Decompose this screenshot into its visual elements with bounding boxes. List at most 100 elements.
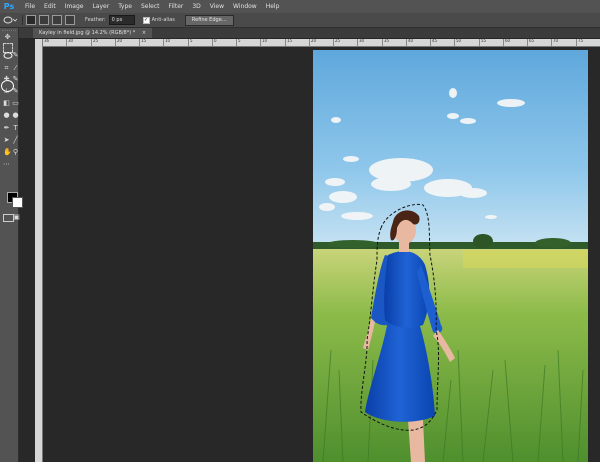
ruler-tick	[188, 39, 189, 46]
screen-mode-icon[interactable]: ▣	[13, 214, 20, 221]
gradient-tool-icon[interactable]: ▭	[12, 100, 19, 107]
move-tool-icon[interactable]: ✥	[4, 34, 11, 41]
ruler-label: 15	[141, 38, 147, 43]
ruler-tick	[333, 39, 334, 46]
subtract-from-selection-button[interactable]	[52, 15, 62, 25]
feather-label: Feather:	[85, 17, 106, 23]
tools-panel: ✥ ✎ ⌗ ⁄ ✚ ✎ ⊥ ✎ ◧ ▭ ● ● ✒ T ➤ ╱ ✋ ⚲ ⋯ ▣	[0, 28, 23, 462]
ruler-label: 5	[190, 38, 193, 43]
antialias-label: Anti-alias	[151, 17, 175, 23]
ruler-label: 10	[262, 38, 268, 43]
ruler-label: 65	[529, 38, 535, 43]
eraser-tool-icon[interactable]: ◧	[3, 100, 10, 107]
ruler-tick	[163, 39, 164, 46]
menu-3d[interactable]: 3D	[192, 0, 200, 13]
ruler-label: 45	[432, 38, 438, 43]
ruler-label: 55	[481, 38, 487, 43]
blur-tool-icon[interactable]: ●	[3, 112, 10, 119]
close-tab-icon[interactable]: ×	[142, 30, 146, 36]
photo-canvas	[313, 50, 588, 462]
ruler-label: 30	[359, 38, 365, 43]
ruler-tick	[91, 39, 92, 46]
vertical-ruler[interactable]	[35, 39, 43, 462]
hand-tool-icon[interactable]: ✋	[3, 149, 12, 156]
ruler-label: 15	[287, 38, 293, 43]
eyedropper-tool-icon[interactable]: ⁄	[12, 65, 19, 72]
add-to-selection-button[interactable]	[39, 15, 49, 25]
type-tool-icon[interactable]: T	[12, 125, 19, 132]
menu-image[interactable]: Image	[65, 0, 84, 13]
feather-input[interactable]: 0 px	[108, 15, 135, 25]
ruler-label: 5	[238, 38, 241, 43]
ruler-tick	[66, 39, 67, 46]
document-tab[interactable]: Kayley in field.jpg @ 14.2% (RGB/8*) * ×	[33, 28, 153, 38]
ruler-label: 0	[214, 38, 217, 43]
ruler-tick	[115, 39, 116, 46]
lasso-tool-icon[interactable]	[3, 52, 13, 59]
menu-edit[interactable]: Edit	[44, 0, 56, 13]
menu-filter[interactable]: Filter	[169, 0, 184, 13]
horizontal-ruler[interactable]: 36 30 25 20 15 10 5 0 5 10 15 20 25 30 35 40 45 50 55 60 65 7…	[42, 39, 600, 47]
ruler-tick	[527, 39, 528, 46]
intersect-selection-button[interactable]	[65, 15, 75, 25]
pen-tool-icon[interactable]: ✒	[3, 125, 10, 132]
menu-type[interactable]: Type	[118, 0, 132, 13]
background-color-swatch[interactable]	[12, 197, 23, 208]
ruler-tick	[357, 39, 358, 46]
menu-help[interactable]: Help	[266, 0, 280, 13]
ruler-label: 70	[553, 38, 559, 43]
spot-healing-tool-icon[interactable]: ✚	[3, 76, 10, 83]
ruler-tick	[503, 39, 504, 46]
ruler-tick	[236, 39, 237, 46]
menu-window[interactable]: Window	[233, 0, 257, 13]
path-selection-tool-icon[interactable]: ➤	[3, 137, 10, 144]
ruler-tick	[430, 39, 431, 46]
history-brush-tool-icon[interactable]: ✎	[12, 88, 19, 95]
menu-file[interactable]: File	[25, 0, 35, 13]
ruler-tick	[576, 39, 577, 46]
ruler-label: 60	[505, 38, 511, 43]
lasso-preset-icon[interactable]	[3, 16, 18, 25]
ruler-tick	[479, 39, 480, 46]
ruler-label: 25	[93, 38, 99, 43]
ruler-label: 35	[384, 38, 390, 43]
photoshop-logo: Ps	[3, 2, 15, 11]
refine-edge-button[interactable]: Refine Edge...	[184, 14, 234, 26]
ruler-label: 25	[335, 38, 341, 43]
ruler-label: 10	[165, 38, 171, 43]
ruler-label: 36	[44, 38, 50, 43]
ruler-tick	[382, 39, 383, 46]
antialias-toggle[interactable]: ✓ Anti-alias	[142, 16, 175, 24]
ruler-label: 20	[311, 38, 317, 43]
line-tool-icon[interactable]: ╱	[12, 137, 19, 144]
menu-bar: Ps File Edit Image Layer Type Select Fil…	[0, 0, 600, 13]
clone-stamp-tool-icon[interactable]: ⊥	[3, 88, 10, 95]
ruler-label: 30	[68, 38, 74, 43]
ruler-label: 50	[456, 38, 462, 43]
crop-tool-icon[interactable]: ⌗	[3, 65, 10, 72]
ruler-label: 75	[578, 38, 584, 43]
antialias-checkbox[interactable]: ✓	[142, 16, 150, 24]
ruler-tick	[260, 39, 261, 46]
quick-selection-tool-icon[interactable]: ✎	[12, 52, 19, 59]
ruler-label: 40	[408, 38, 414, 43]
menu-select[interactable]: Select	[141, 0, 160, 13]
ruler-label: 20	[117, 38, 123, 43]
brush-tool-icon[interactable]: ✎	[12, 76, 19, 83]
new-selection-button[interactable]	[26, 15, 36, 25]
more-tools-icon[interactable]: ⋯	[3, 161, 10, 168]
document-image[interactable]	[313, 50, 588, 462]
ruler-tick	[212, 39, 213, 46]
menu-layer[interactable]: Layer	[92, 0, 109, 13]
ruler-tick	[454, 39, 455, 46]
document-tab-bar: Kayley in field.jpg @ 14.2% (RGB/8*) * ×	[19, 28, 600, 39]
zoom-tool-icon[interactable]: ⚲	[12, 149, 19, 156]
ruler-tick	[309, 39, 310, 46]
menu-view[interactable]: View	[210, 0, 224, 13]
ruler-tick	[551, 39, 552, 46]
options-bar: Feather: 0 px ✓ Anti-alias Refine Edge..…	[0, 13, 600, 28]
document-tab-title: Kayley in field.jpg @ 14.2% (RGB/8*) *	[39, 30, 136, 36]
ruler-tick	[139, 39, 140, 46]
ruler-tick	[406, 39, 407, 46]
dodge-tool-icon[interactable]: ●	[12, 112, 19, 119]
